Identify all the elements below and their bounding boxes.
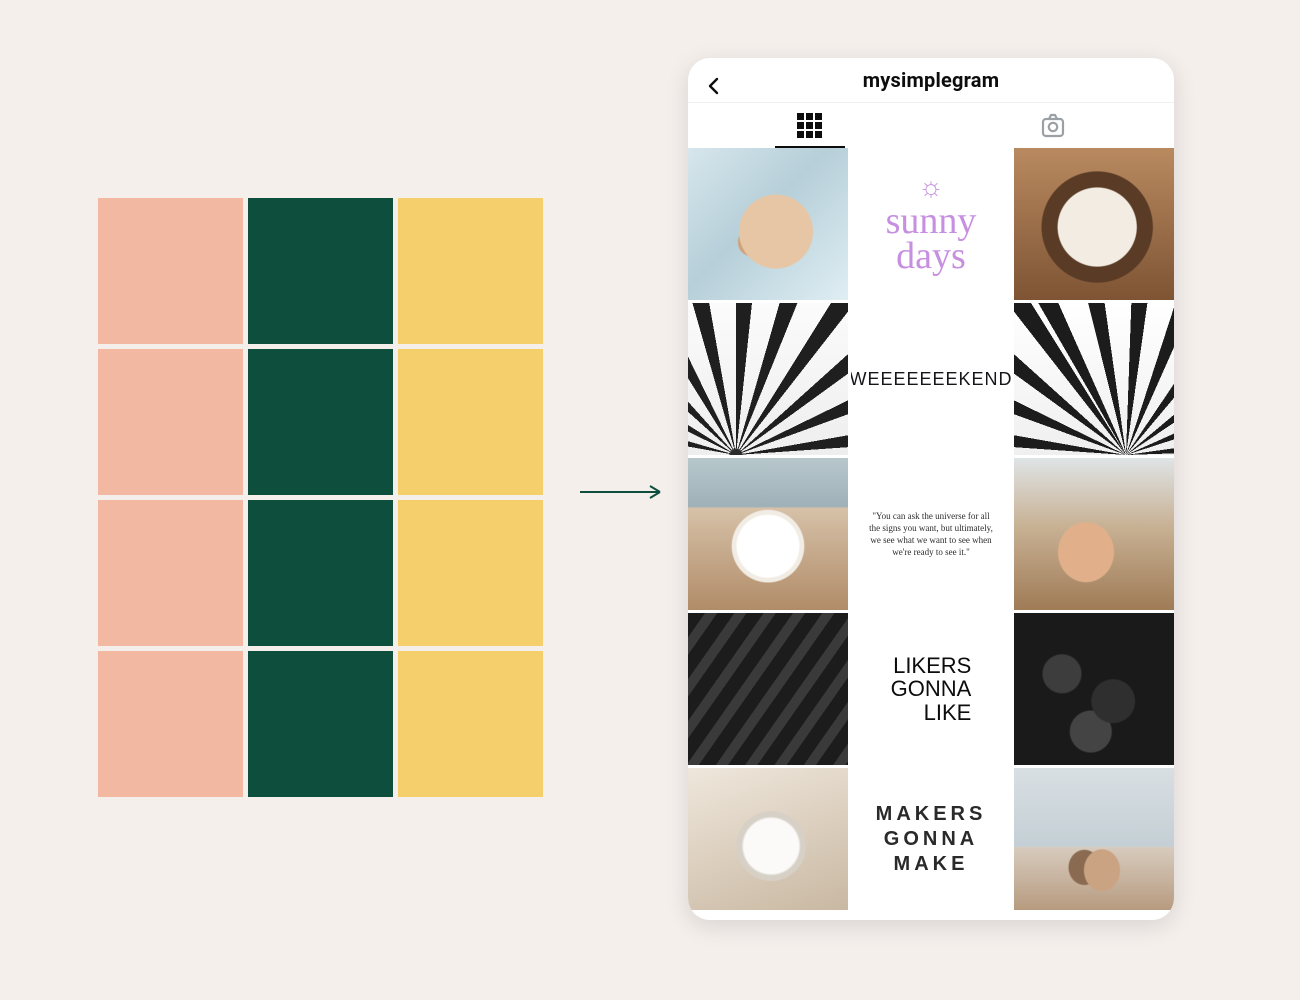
post-photo[interactable] (688, 303, 848, 455)
weekend-label: WEEEEEEEKEND (851, 369, 1011, 390)
palette-swatch (98, 500, 243, 646)
post-photo[interactable] (688, 458, 848, 610)
palette-swatch (98, 198, 243, 344)
post-photo[interactable] (688, 613, 848, 765)
profile-username: mysimplegram (863, 68, 999, 92)
back-button[interactable] (698, 70, 730, 102)
makers-1: MAKERS (876, 803, 987, 825)
likers-2: GONNA (891, 676, 972, 701)
profile-mockup: mysimplegram (688, 58, 1174, 920)
post-text-likers[interactable]: LIKERS GONNA LIKE (851, 613, 1011, 765)
post-photo[interactable] (1014, 613, 1174, 765)
post-text-makers[interactable]: MAKERS GONNA MAKE (851, 768, 1011, 910)
palette-swatch (98, 349, 243, 495)
post-text-quote[interactable]: "You can ask the universe for all the si… (851, 458, 1011, 610)
post-photo[interactable] (688, 768, 848, 910)
palette-swatch (248, 349, 393, 495)
profile-header: mysimplegram (688, 58, 1174, 102)
arrow-icon (580, 478, 670, 506)
sun-icon: ☼ (886, 175, 977, 200)
makers-2: GONNA MAKE (884, 828, 978, 875)
sunny-line2: days (896, 235, 966, 277)
profile-feed: ☼ sunny days WEEEEEEEKEND "You can ask t… (688, 148, 1174, 920)
palette-swatch (98, 651, 243, 797)
likers-3: LIKE (924, 700, 972, 725)
post-photo[interactable] (1014, 148, 1174, 300)
palette-swatch (398, 651, 543, 797)
chevron-left-icon (704, 76, 724, 96)
post-photo[interactable] (1014, 458, 1174, 610)
palette-swatch (398, 349, 543, 495)
palette-grid (98, 198, 543, 797)
post-text-sunny[interactable]: ☼ sunny days (851, 148, 1011, 300)
likers-1: LIKERS (893, 653, 971, 678)
tab-grid[interactable] (688, 103, 931, 148)
grid-icon (797, 113, 822, 138)
palette-swatch (248, 198, 393, 344)
tab-tagged[interactable] (931, 103, 1174, 148)
post-text-weekend[interactable]: WEEEEEEEKEND (851, 303, 1011, 455)
quote-text: "You can ask the universe for all the si… (866, 510, 996, 559)
palette-swatch (248, 651, 393, 797)
tagged-icon (1038, 111, 1068, 141)
palette-swatch (398, 198, 543, 344)
post-photo[interactable] (1014, 768, 1174, 910)
palette-swatch (248, 500, 393, 646)
post-photo[interactable] (688, 148, 848, 300)
post-photo[interactable] (1014, 303, 1174, 455)
palette-swatch (398, 500, 543, 646)
profile-tabbar (688, 102, 1174, 148)
